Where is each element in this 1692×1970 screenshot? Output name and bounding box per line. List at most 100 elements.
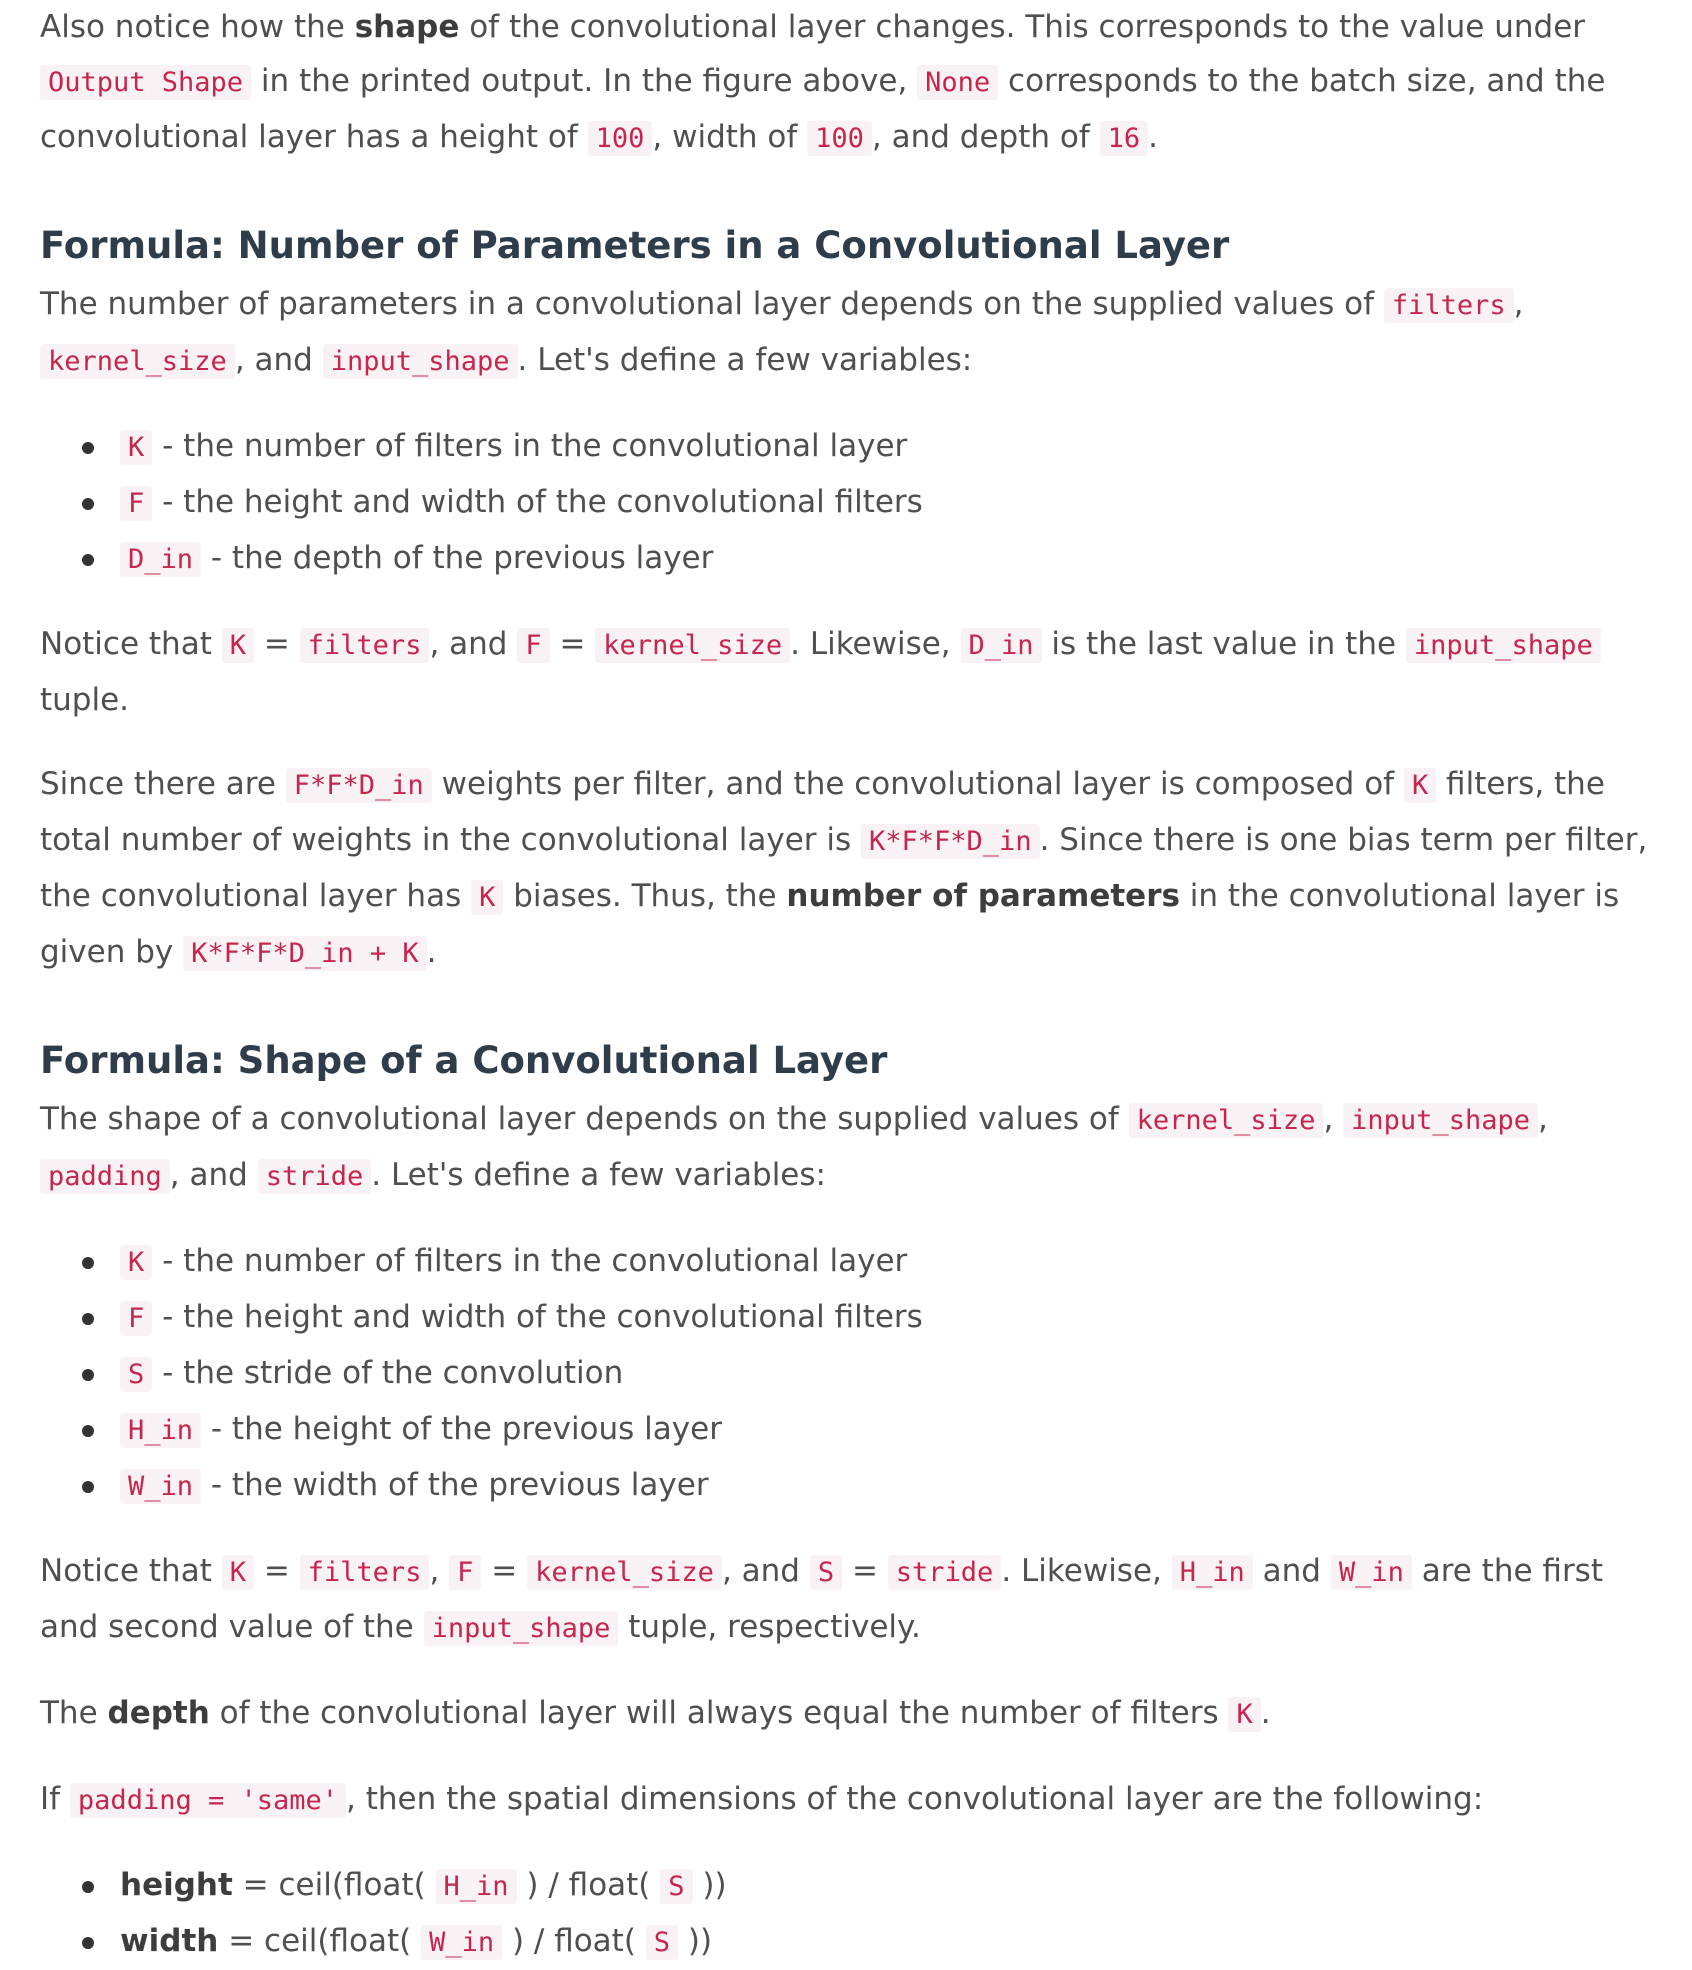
- text: - the height of the previous layer: [201, 1411, 722, 1447]
- list-item: width = ceil(float( W_in ) / float( S )): [82, 1914, 1652, 1970]
- intro-paragraph: Also notice how the shape of the convolu…: [40, 0, 1652, 166]
- shape-intro-paragraph: The shape of a convolutional layer depen…: [40, 1092, 1652, 1204]
- text: - the width of the previous layer: [201, 1467, 709, 1503]
- text: . Let's define a few variables:: [371, 1157, 826, 1193]
- inline-code: 100: [807, 121, 872, 156]
- text: , and depth of: [871, 119, 1100, 155]
- inline-code: K: [471, 880, 504, 915]
- inline-code: None: [917, 65, 999, 100]
- inline-code: F: [120, 486, 153, 521]
- inline-code: K: [221, 628, 254, 663]
- inline-code: H_in: [120, 1413, 202, 1448]
- inline-code: filters: [299, 628, 430, 663]
- shape-variable-list: K - the number of filters in the convolu…: [40, 1234, 1652, 1514]
- list-item: S - the stride of the convolution: [82, 1346, 1652, 1402]
- text: Also notice how the: [40, 9, 355, 45]
- text: ) / float(: [502, 1923, 646, 1959]
- bold-text: shape: [354, 9, 460, 45]
- text: , and: [234, 342, 323, 378]
- text: biases. Thus, the: [503, 878, 787, 914]
- inline-code: D_in: [120, 542, 202, 577]
- text: , width of: [652, 119, 808, 155]
- inline-code: K: [1403, 768, 1437, 803]
- inline-code: S: [660, 1869, 693, 1904]
- text: , and: [429, 626, 518, 662]
- text: =: [253, 626, 300, 662]
- section-heading-parameters: Formula: Number of Parameters in a Convo…: [40, 224, 1230, 267]
- inline-code: 100: [587, 121, 653, 156]
- inline-code: K: [120, 1245, 153, 1280]
- text: The shape of a convolutional layer depen…: [40, 1101, 1129, 1137]
- inline-code: kernel_size: [527, 1555, 722, 1590]
- inline-code: S: [120, 1357, 153, 1392]
- text: . Likewise,: [790, 626, 961, 662]
- inline-code: kernel_size: [40, 344, 235, 379]
- text: , then the spatial dimensions of the con…: [346, 1781, 1484, 1817]
- inline-code: input_shape: [1343, 1103, 1538, 1138]
- text: The: [40, 1695, 108, 1731]
- list-item: K - the number of filters in the convolu…: [82, 1234, 1652, 1290]
- text: - the depth of the previous layer: [201, 540, 714, 576]
- inline-code: padding = 'same': [69, 1783, 347, 1818]
- text: =: [253, 1553, 300, 1589]
- text: =: [549, 626, 596, 662]
- text: Notice that: [40, 1553, 222, 1589]
- bold-text: height: [120, 1867, 233, 1903]
- text: ,: [1323, 1101, 1344, 1137]
- inline-code: S: [645, 1925, 679, 1960]
- text: tuple.: [40, 682, 130, 718]
- inline-code: H_in: [1171, 1555, 1253, 1590]
- inline-code: F: [517, 628, 550, 663]
- padding-paragraph: If padding = 'same', then the spatial di…: [40, 1772, 1652, 1828]
- params-formula-paragraph: Since there are F*F*D_in weights per fil…: [40, 757, 1652, 981]
- inline-code: filters: [299, 1555, 430, 1590]
- params-intro-paragraph: The number of parameters in a convolutio…: [40, 277, 1652, 389]
- shape-notice-paragraph: Notice that K = filters, F = kernel_size…: [40, 1544, 1652, 1656]
- inline-code: H_in: [435, 1869, 517, 1904]
- section-heading-shape: Formula: Shape of a Convolutional Layer: [40, 1039, 888, 1082]
- list-item: H_in - the height of the previous layer: [82, 1402, 1652, 1458]
- inline-code: S: [809, 1555, 843, 1590]
- text: . Let's define a few variables:: [517, 342, 973, 378]
- inline-code: F*F*D_in: [285, 768, 432, 803]
- list-item: F - the height and width of the convolut…: [82, 475, 1652, 531]
- inline-code: W_in: [421, 1925, 503, 1960]
- text: .: [426, 934, 437, 970]
- text: tuple, respectively.: [618, 1609, 921, 1645]
- inline-code: K: [221, 1555, 254, 1590]
- list-item: W_in - the width of the previous layer: [82, 1458, 1652, 1514]
- text: - the number of filters in the convoluti…: [152, 428, 908, 464]
- text: of the convolutional layer will always e…: [209, 1695, 1229, 1731]
- bold-text: width: [120, 1923, 219, 1959]
- inline-code: K: [1228, 1697, 1261, 1732]
- inline-code: stride: [257, 1159, 372, 1194]
- inline-code: W_in: [1330, 1555, 1412, 1590]
- text: =: [842, 1553, 888, 1589]
- text: Notice that: [40, 626, 222, 662]
- text: and: [1252, 1553, 1331, 1589]
- text: - the number of filters in the convoluti…: [152, 1243, 908, 1279]
- text: , and: [169, 1157, 258, 1193]
- inline-code: filters: [1383, 288, 1514, 323]
- inline-code: kernel_size: [1128, 1103, 1324, 1138]
- text: =: [481, 1553, 528, 1589]
- list-item: K - the number of filters in the convolu…: [82, 419, 1652, 475]
- dimension-list: height = ceil(float( H_in ) / float( S )…: [40, 1858, 1652, 1970]
- list-item: height = ceil(float( H_in ) / float( S )…: [82, 1858, 1652, 1914]
- text: = ceil(float(: [218, 1923, 422, 1959]
- bold-text: number of parameters: [786, 878, 1180, 914]
- inline-code: input_shape: [322, 344, 518, 379]
- lesson-content: Also notice how the shape of the convolu…: [0, 0, 1692, 1970]
- text: ,: [1513, 286, 1524, 322]
- bold-text: depth: [107, 1695, 210, 1731]
- text: .: [1260, 1695, 1271, 1731]
- text: is the last value in the: [1041, 626, 1406, 662]
- text: ,: [429, 1553, 450, 1589]
- text: , and: [721, 1553, 810, 1589]
- depth-paragraph: The depth of the convolutional layer wil…: [40, 1686, 1652, 1742]
- inline-code: F: [120, 1301, 153, 1336]
- inline-code: D_in: [960, 628, 1042, 663]
- text: If: [40, 1781, 70, 1817]
- inline-code: Output Shape: [40, 65, 252, 100]
- text: ,: [1537, 1101, 1548, 1137]
